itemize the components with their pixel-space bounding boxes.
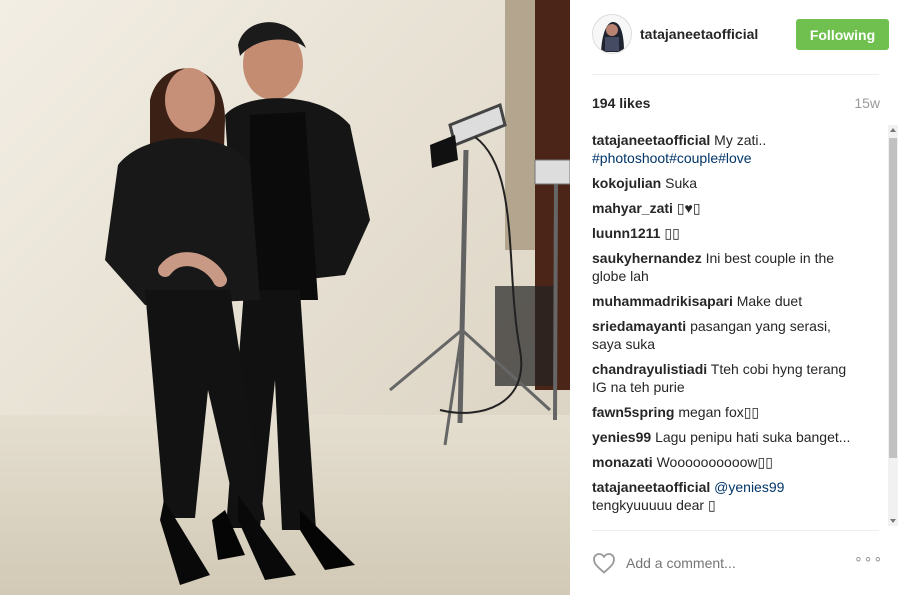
comment-user[interactable]: kokojulian bbox=[592, 175, 661, 191]
comment-item: sriedamayanti pasangan yang serasi, saya… bbox=[592, 317, 864, 353]
comment-item: kokojulian Suka bbox=[592, 174, 864, 192]
more-options-icon[interactable]: ∘∘∘ bbox=[854, 550, 882, 574]
comment-item: mahyar_zati ▯♥▯ bbox=[592, 199, 864, 217]
comment-user[interactable]: sriedamayanti bbox=[592, 318, 686, 334]
avatar-portrait-icon bbox=[593, 15, 631, 53]
post-header: tatajaneetaofficial Following bbox=[592, 12, 889, 60]
comment-text: ▯▯ bbox=[664, 225, 680, 241]
comment-text: My zati.. bbox=[714, 132, 767, 148]
comment-item: tatajaneetaofficial @yenies99 tengkyuuuu… bbox=[592, 478, 864, 514]
comment-item: tatajaneetaofficial My zati.. #photoshoo… bbox=[592, 131, 864, 167]
post-photo[interactable] bbox=[0, 0, 570, 595]
scroll-up-icon[interactable] bbox=[888, 125, 898, 135]
post-username[interactable]: tatajaneetaofficial bbox=[640, 26, 758, 42]
hashtags-link[interactable]: #photoshoot#couple#love bbox=[592, 150, 752, 166]
comment-text: Lagu penipu hati suka banget... bbox=[655, 429, 851, 445]
studio-photo-illustration bbox=[0, 0, 570, 595]
comment-item: saukyhernandez Ini best couple in the gl… bbox=[592, 249, 864, 285]
mention-link[interactable]: @yenies99 bbox=[714, 479, 784, 495]
add-comment-input[interactable] bbox=[626, 553, 846, 573]
comment-user[interactable]: muhammadrikisapari bbox=[592, 293, 733, 309]
post-time-ago[interactable]: 15w bbox=[854, 95, 880, 111]
profile-avatar[interactable] bbox=[592, 14, 632, 54]
header-divider bbox=[592, 74, 879, 75]
comment-user[interactable]: luunn1211 bbox=[592, 225, 660, 241]
comment-item: yenies99 Lagu penipu hati suka banget... bbox=[592, 428, 864, 446]
comment-text: Suka bbox=[665, 175, 698, 191]
scroll-thumb[interactable] bbox=[889, 138, 897, 458]
comment-user[interactable]: chandrayulistiadi bbox=[592, 361, 707, 377]
comment-item: chandrayulistiadi Tteh cobi hyng terang … bbox=[592, 360, 864, 396]
comments-list[interactable]: tatajaneetaofficial My zati.. #photoshoo… bbox=[592, 131, 864, 528]
comment-text: ▯♥▯ bbox=[676, 200, 701, 216]
comment-item: muhammadrikisapari Make duet bbox=[592, 292, 864, 310]
comment-text: megan fox▯▯ bbox=[678, 404, 760, 420]
heart-icon[interactable] bbox=[592, 552, 616, 574]
footer-divider bbox=[592, 530, 879, 531]
comment-user[interactable]: monazati bbox=[592, 454, 653, 470]
comment-user[interactable]: fawn5spring bbox=[592, 404, 674, 420]
comment-user[interactable]: mahyar_zati bbox=[592, 200, 673, 216]
comment-text: Woooooooooow▯▯ bbox=[656, 454, 773, 470]
likes-count[interactable]: 194 likes bbox=[592, 95, 650, 111]
comment-item: luunn1211 ▯▯ bbox=[592, 224, 864, 242]
comment-item: fawn5spring megan fox▯▯ bbox=[592, 403, 864, 421]
comment-user[interactable]: tatajaneetaofficial bbox=[592, 132, 710, 148]
following-button[interactable]: Following bbox=[796, 19, 889, 50]
comment-footer: ∘∘∘ bbox=[592, 547, 882, 581]
comment-user[interactable]: saukyhernandez bbox=[592, 250, 702, 266]
post-details-panel: tatajaneetaofficial Following 194 likes … bbox=[570, 0, 898, 595]
scroll-down-icon[interactable] bbox=[888, 516, 898, 526]
comments-scrollbar[interactable] bbox=[888, 125, 898, 526]
comment-user[interactable]: yenies99 bbox=[592, 429, 651, 445]
comment-user[interactable]: tatajaneetaofficial bbox=[592, 479, 710, 495]
comment-text: Make duet bbox=[736, 293, 803, 309]
comment-item: monazati Woooooooooow▯▯ bbox=[592, 453, 864, 471]
comment-text: tengkyuuuuu dear ▯ bbox=[592, 497, 716, 513]
